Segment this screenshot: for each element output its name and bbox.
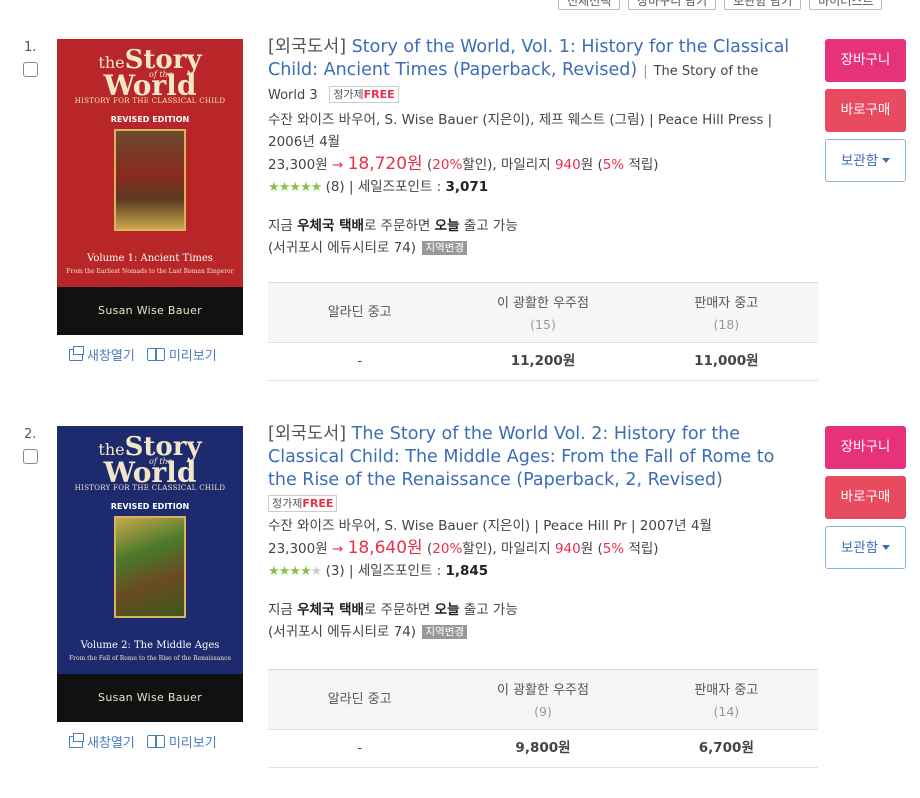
category-label: [외국도서] — [268, 37, 347, 57]
used-seller-header: 판매자 중고 (18) — [694, 296, 759, 332]
region-change-button[interactable]: 지역변경 — [422, 625, 468, 639]
rating-line: ★★★★★ (8) | 세일즈포인트 : 3,071 — [268, 176, 798, 199]
cover-volume: Volume 2: The Middle Ages — [80, 640, 220, 651]
used-aladin-header: 알라딘 중고 — [327, 692, 392, 707]
cover-edition: REVISED EDITION — [110, 115, 190, 124]
used-store-price[interactable]: 9,800원 — [451, 730, 634, 767]
cover-author: Susan Wise Bauer — [57, 287, 243, 335]
review-count[interactable]: (3) — [326, 563, 345, 579]
select-all-button[interactable]: 전체선택 — [558, 0, 621, 10]
sales-point: 3,071 — [445, 179, 489, 195]
cover-author: Susan Wise Bauer — [57, 674, 243, 722]
add-to-cart-button[interactable]: 장바구니 — [825, 426, 906, 469]
rating-stars: ★★★★★ — [268, 180, 322, 195]
cover-history: HISTORY FOR THE CLASSICAL CHILD — [74, 484, 226, 492]
delivery-address: (서귀포시 에듀시티로 74) — [268, 240, 417, 256]
list-item: 1. theStory of the World HISTORY FOR THE… — [0, 37, 920, 420]
used-store-price[interactable]: 11,200원 — [451, 343, 634, 380]
item-checkbox[interactable] — [23, 449, 38, 464]
book-cover[interactable]: theStory of the World HISTORY FOR THE CL… — [57, 39, 243, 335]
delivery-address: (서귀포시 에듀시티로 74) — [268, 624, 417, 640]
new-window-link[interactable]: 새창열기 — [69, 732, 135, 751]
fixed-price-badge: 정가제FREE — [268, 495, 338, 512]
cover-subtitle: From the Earliest Nomads to the Last Rom… — [66, 268, 234, 275]
preview-link[interactable]: 미리보기 — [146, 732, 217, 751]
add-to-cart-all-button[interactable]: 장바구니 담기 — [628, 0, 717, 10]
buy-now-button[interactable]: 바로구매 — [825, 89, 906, 132]
author-publisher: 수잔 와이즈 바우어, S. Wise Bauer (지은이), 제프 웨스트 … — [268, 112, 773, 150]
more-button[interactable]: 바이러스트 — [809, 0, 883, 10]
chevron-down-icon — [882, 158, 891, 163]
used-store-header: 이 광활한 우주점 (9) — [496, 683, 589, 719]
cover-volume: Volume 1: Ancient Times — [87, 253, 213, 264]
used-seller-header: 판매자 중고 (14) — [694, 683, 759, 719]
rating-line: ★★★★★ (3) | 세일즈포인트 : 1,845 — [268, 560, 798, 583]
price-line: 23,300원 → 18,720원 (20%할인), 마일리지 940원 (5%… — [268, 154, 659, 174]
cover-edition: REVISED EDITION — [110, 502, 190, 511]
chevron-down-icon — [882, 545, 891, 550]
new-window-link[interactable]: 새창열기 — [69, 345, 135, 364]
used-seller-price[interactable]: 6,700원 — [635, 730, 818, 767]
used-price-table: 알라딘 중고 이 광활한 우주점 (15) 판매자 중고 (18) - 11,200… — [268, 282, 818, 381]
preview-link[interactable]: 미리보기 — [146, 345, 217, 364]
price-line: 23,300원 → 18,640원 (20%할인), 마일리지 940원 (5%… — [268, 538, 659, 558]
book-open-icon — [146, 735, 165, 748]
new-window-icon — [69, 345, 84, 361]
review-count[interactable]: (8) — [326, 179, 345, 195]
sales-point: 1,845 — [445, 563, 489, 579]
wishlist-button[interactable]: 보관함 — [825, 139, 906, 182]
add-to-cart-button[interactable]: 장바구니 — [825, 39, 906, 82]
item-number: 1. — [24, 40, 37, 55]
sale-price: 18,720원 — [347, 154, 423, 174]
book-open-icon — [146, 348, 165, 361]
author-publisher: 수잔 와이즈 바우어, S. Wise Bauer (지은이) | Peace … — [268, 518, 712, 534]
new-window-icon — [69, 732, 84, 748]
toolbar: 전체선택 장바구니 담기 보관함 담기 바이러스트 — [558, 0, 883, 10]
used-seller-price[interactable]: 11,000원 — [635, 343, 818, 380]
used-store-header: 이 광활한 우주점 (15) — [496, 296, 589, 332]
cover-history: HISTORY FOR THE CLASSICAL CHILD — [74, 97, 226, 105]
region-change-button[interactable]: 지역변경 — [422, 241, 468, 255]
cover-subtitle: From the Fall of Rome to the Rise of the… — [68, 655, 232, 662]
rating-stars: ★★★★★ — [268, 564, 322, 579]
add-to-wishlist-all-button[interactable]: 보관함 담기 — [724, 0, 802, 10]
cover-illustration — [114, 516, 186, 618]
item-number: 2. — [24, 427, 37, 442]
book-cover[interactable]: theStory of the World HISTORY FOR THE CL… — [57, 426, 243, 722]
buy-now-button[interactable]: 바로구매 — [825, 476, 906, 519]
list-item: 2. theStory of the World HISTORY FOR THE… — [0, 424, 920, 798]
wishlist-button[interactable]: 보관함 — [825, 526, 906, 569]
used-price-table: 알라딘 중고 이 광활한 우주점 (9) 판매자 중고 (14) - 9,800원 … — [268, 669, 818, 768]
used-aladin-price: - — [357, 740, 363, 756]
fixed-price-badge: 정가제FREE — [329, 86, 399, 103]
delivery-info: 지금 우체국 택배로 주문하면 오늘 출고 가능 — [268, 218, 518, 234]
sale-price: 18,640원 — [347, 538, 423, 558]
item-checkbox[interactable] — [23, 62, 38, 77]
used-aladin-price: - — [357, 353, 363, 369]
cover-illustration — [114, 129, 186, 231]
category-label: [외국도서] — [268, 424, 347, 444]
delivery-info: 지금 우체국 택배로 주문하면 오늘 출고 가능 — [268, 602, 518, 618]
used-aladin-header: 알라딘 중고 — [327, 305, 392, 320]
